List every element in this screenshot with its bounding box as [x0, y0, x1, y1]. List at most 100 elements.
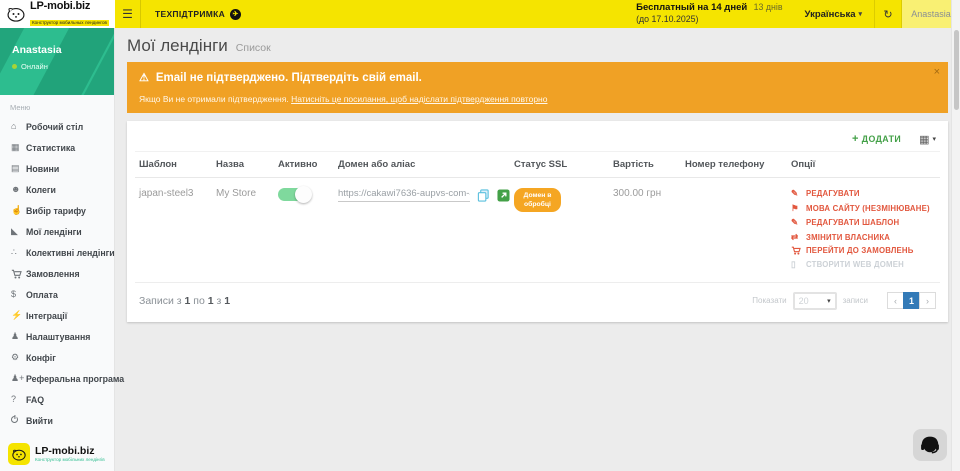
sidebar: Anastasia Онлайн Меню ⌂ Робочий стіл ▦ С… — [0, 28, 115, 471]
refresh-button[interactable]: ↻ — [874, 0, 902, 28]
refresh-icon: ↻ — [883, 8, 892, 21]
site-language-option[interactable]: ⚑ МОВА САЙТУ (НЕЗМІНЮВАНЕ) — [791, 203, 936, 214]
config-icon: ⚙ — [11, 353, 26, 362]
sidebar-item-desktop[interactable]: ⌂ Робочий стіл — [0, 116, 114, 137]
col-header-name[interactable]: Назва — [212, 152, 274, 178]
card-toolbar: + ДОДАТИ ▦ ▾ — [135, 127, 940, 151]
faq-icon: ? — [11, 395, 26, 404]
sidebar-item-logout[interactable]: Вийти — [0, 410, 114, 431]
add-landing-button[interactable]: + ДОДАТИ — [852, 134, 901, 145]
sidebar-item-tariff[interactable]: ☝ Вибір тарифу — [0, 200, 114, 221]
col-header-template[interactable]: Шаблон — [135, 152, 212, 178]
document-icon: ▯ — [791, 259, 802, 270]
referral-icon: ♟+ — [11, 374, 26, 383]
username-label: Anastasia — [911, 9, 951, 19]
support-chat-button[interactable] — [913, 429, 947, 461]
sidebar-item-faq[interactable]: ? FAQ — [0, 389, 114, 410]
cell-price: 300.00 грн — [609, 178, 681, 278]
hamburger-icon: ☰ — [122, 7, 133, 21]
profile-status-label: Онлайн — [21, 62, 48, 71]
sidebar-item-news[interactable]: ▤ Новини — [0, 158, 114, 179]
col-header-price[interactable]: Вартість — [609, 152, 681, 178]
page-1-button[interactable]: 1 — [903, 292, 920, 309]
col-header-domain[interactable]: Домен або аліас — [334, 152, 510, 178]
records-label: записи — [843, 296, 868, 305]
logout-icon — [11, 416, 26, 425]
sidebar-item-colleagues[interactable]: ☻ Колеги — [0, 179, 114, 200]
page-header: Мої лендінги Список — [127, 36, 948, 56]
alert-title: Email не підтверджено. Підтвердіть свій … — [156, 72, 422, 84]
main-content: Мої лендінги Список ⚠ Email не підтвердж… — [115, 28, 960, 471]
scrollbar-thumb[interactable] — [954, 30, 959, 110]
sidebar-item-orders[interactable]: Замовлення — [0, 263, 114, 284]
grid-icon: ▦ — [919, 133, 929, 146]
open-site-icon[interactable] — [497, 189, 510, 202]
flag-icon: ⚑ — [791, 203, 802, 214]
col-header-active[interactable]: Активно — [274, 152, 334, 178]
breadcrumb: Список — [236, 42, 271, 54]
cell-phone — [681, 178, 787, 278]
table-row: japan-steel3 My Store Домен — [135, 178, 940, 278]
sidebar-footer-logo[interactable]: LP-mobi.biz Конструктор мобільних лендін… — [8, 443, 105, 465]
sidebar-toggle-button[interactable]: ☰ — [115, 0, 141, 28]
domain-input[interactable] — [338, 188, 470, 202]
sidebar-item-integrations[interactable]: ⚡ Інтеграції — [0, 305, 114, 326]
sidebar-item-settings[interactable]: ♟ Налаштування — [0, 326, 114, 347]
ssl-status-badge: Домен в обробці — [514, 188, 561, 212]
close-icon[interactable]: × — [934, 67, 940, 78]
sidebar-item-statistics[interactable]: ▦ Статистика — [0, 137, 114, 158]
online-status-dot — [12, 64, 17, 69]
col-header-ssl[interactable]: Статус SSL — [510, 152, 609, 178]
chevron-down-icon: ▾ — [858, 10, 862, 18]
cart-icon — [11, 269, 26, 279]
table-footer: Записи з 1 по 1 з 1 Показати 20 ▾ записи… — [135, 282, 940, 322]
col-header-options[interactable]: Опції — [787, 152, 940, 178]
language-selector[interactable]: Українська ▾ — [793, 0, 874, 28]
active-toggle[interactable] — [278, 188, 310, 201]
next-page-button[interactable]: › — [919, 292, 936, 309]
pagination: ‹ 1 › — [888, 292, 936, 309]
records-info: Записи з 1 по 1 з 1 — [139, 295, 230, 307]
create-web-domain-option[interactable]: ▯ СТВОРИТИ WEB ДОМЕН — [791, 259, 936, 270]
vertical-scrollbar[interactable] — [951, 0, 960, 471]
col-header-phone[interactable]: Номер телефону — [681, 152, 787, 178]
resend-confirmation-link[interactable]: Натисніть це посилання, щоб надіслати пі… — [291, 94, 547, 104]
sidebar-item-my-landings[interactable]: ◣ Мої лендінги — [0, 221, 114, 242]
exchange-icon: ⇄ — [791, 232, 802, 243]
integrations-icon: ⚡ — [11, 311, 26, 320]
change-owner-option[interactable]: ⇄ ЗМІНИТИ ВЛАСНИКА — [791, 232, 936, 243]
trial-title: Бесплатный на 14 дней — [636, 2, 747, 13]
landings-table: Шаблон Назва Активно Домен або аліас Ста… — [135, 151, 940, 278]
toggle-knob — [295, 186, 312, 203]
edit-template-option[interactable]: ✎ РЕДАГУВАТИ ШАБЛОН — [791, 217, 936, 228]
page-size-select[interactable]: 20 ▾ — [793, 292, 837, 310]
column-visibility-button[interactable]: ▦ ▾ — [919, 133, 936, 146]
copy-icon[interactable] — [477, 189, 490, 202]
topbar-spacer — [255, 0, 636, 28]
alert-text: Якщо Ви не отримали підтвердження. — [139, 94, 291, 104]
dashboard-icon: ⌂ — [11, 122, 26, 131]
sidebar-item-config[interactable]: ⚙ Конфіг — [0, 347, 114, 368]
edit-icon: ✎ — [791, 188, 802, 199]
prev-page-button[interactable]: ‹ — [887, 292, 904, 309]
trial-until: (до 17.10.2025) — [636, 14, 782, 25]
chevron-down-icon: ▾ — [932, 135, 936, 143]
trial-info: Бесплатный на 14 дней 13 днів (до 17.10.… — [636, 0, 792, 28]
app-window: LP-mobi.biz Конструктор мобильных лендин… — [0, 0, 960, 471]
edit-option[interactable]: ✎ РЕДАГУВАТИ — [791, 188, 936, 199]
header-brand-logo[interactable]: LP-mobi.biz Конструктор мобильных лендин… — [0, 0, 115, 28]
landings-card: + ДОДАТИ ▦ ▾ Шаблон Назва Активно Домен … — [127, 121, 948, 322]
telegram-icon: ✈ — [230, 9, 241, 20]
table-header-row: Шаблон Назва Активно Домен або аліас Ста… — [135, 152, 940, 178]
language-label: Українська — [805, 9, 856, 20]
sidebar-item-referral[interactable]: ♟+ Реферальна програма — [0, 368, 114, 389]
sidebar-item-collective-landings[interactable]: ∴ Колективні лендінги — [0, 242, 114, 263]
trial-days-left: 13 днів — [754, 2, 783, 12]
plus-icon: + — [852, 134, 859, 145]
support-link[interactable]: ТЕХПІДТРИМКА ✈ — [141, 0, 255, 28]
brand-tagline: Конструктор мобільних лендінгів — [35, 457, 105, 462]
row-options: ✎ РЕДАГУВАТИ ⚑ МОВА САЙТУ (НЕЗМІНЮВАНЕ) … — [791, 188, 936, 270]
sidebar-item-payment[interactable]: $ Оплата — [0, 284, 114, 305]
colleagues-icon: ☻ — [11, 185, 26, 194]
go-to-orders-option[interactable]: ПЕРЕЙТИ ДО ЗАМОВЛЕНЬ — [791, 246, 936, 255]
